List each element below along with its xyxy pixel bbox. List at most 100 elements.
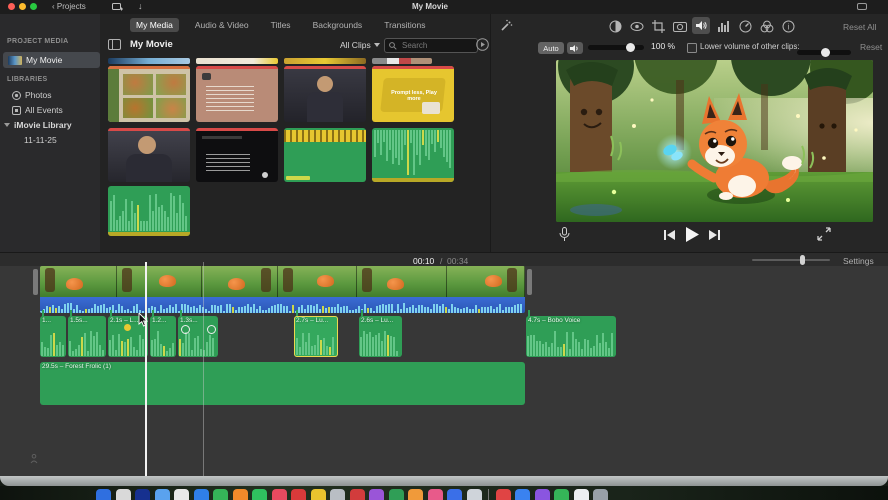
- clip-filter-icon[interactable]: [760, 20, 774, 33]
- dock-app-icon[interactable]: [174, 489, 189, 500]
- info-icon[interactable]: i: [782, 20, 795, 33]
- sidebar-item-imovie-library[interactable]: iMovie Library: [4, 120, 72, 130]
- dock-app-icon[interactable]: [330, 489, 345, 500]
- mute-button[interactable]: [567, 42, 583, 54]
- thumbnail-partial[interactable]: [372, 58, 432, 64]
- dock-app-icon[interactable]: [369, 489, 384, 500]
- reset-all-button[interactable]: Reset All: [843, 22, 877, 32]
- dock-app-icon[interactable]: [447, 489, 462, 500]
- minimize-window-button[interactable]: [19, 3, 26, 10]
- thumbnail-presenter-video-2[interactable]: [108, 128, 190, 182]
- dock-app-icon[interactable]: [534, 489, 550, 500]
- stabilization-icon[interactable]: [673, 21, 687, 32]
- dock-app-icon[interactable]: [252, 489, 267, 500]
- zoom-window-button[interactable]: [30, 3, 37, 10]
- sidebar-item-my-movie[interactable]: My Movie: [3, 52, 100, 68]
- video-audio-track[interactable]: [40, 297, 525, 313]
- dock-app-icon[interactable]: [291, 489, 306, 500]
- crop-icon[interactable]: [652, 20, 665, 33]
- audio-clip[interactable]: 4.7s – Bobo Voice: [526, 316, 616, 357]
- thumbnail-audio-clip-spiky[interactable]: [372, 128, 454, 182]
- download-arrow-icon[interactable]: ↓: [138, 1, 143, 11]
- dock-app-icon[interactable]: [466, 489, 482, 500]
- dock-app-icon[interactable]: [135, 489, 150, 500]
- dock-app-icon[interactable]: [408, 489, 423, 500]
- trim-handle-right[interactable]: [527, 269, 532, 295]
- thumbnail-terminal-screen[interactable]: [196, 128, 278, 182]
- clip-effect-badge[interactable]: [207, 325, 216, 334]
- lower-volume-slider[interactable]: [797, 47, 851, 57]
- import-media-icon[interactable]: [112, 3, 123, 11]
- tab-backgrounds[interactable]: Backgrounds: [307, 18, 369, 32]
- search-input[interactable]: [400, 40, 473, 51]
- thumbnail-partial[interactable]: [284, 58, 366, 64]
- thumbnail-fox-grid-page[interactable]: [108, 66, 190, 122]
- dock-app-icon[interactable]: [573, 489, 589, 500]
- color-correction-icon[interactable]: [630, 21, 644, 32]
- skimmer-line[interactable]: [145, 262, 147, 476]
- dock-app-icon[interactable]: [193, 489, 209, 500]
- audio-clip-selected[interactable]: 2.7s – Lu...: [294, 316, 338, 357]
- dock-app-icon[interactable]: [96, 489, 111, 500]
- volume-slider[interactable]: [588, 42, 644, 52]
- display-icon[interactable]: [857, 3, 867, 11]
- dock-app-icon[interactable]: [427, 489, 443, 500]
- sidebar-item-all-events[interactable]: All Events: [12, 105, 63, 115]
- tab-transitions[interactable]: Transitions: [378, 18, 431, 32]
- thumbnail-yellow-slide[interactable]: Prompt less, Play more: [372, 66, 454, 122]
- sidebar-item-photos[interactable]: Photos: [12, 90, 51, 100]
- clip-size-slider[interactable]: [752, 255, 830, 265]
- sidebar-toggle-icon[interactable]: [108, 39, 121, 50]
- clip-effect-badge[interactable]: [181, 325, 190, 334]
- tab-audio-video[interactable]: Audio & Video: [189, 18, 255, 32]
- dock-app-icon[interactable]: [349, 489, 365, 500]
- settings-button[interactable]: Settings: [843, 256, 874, 266]
- dock-app-icon[interactable]: [554, 489, 569, 500]
- dock-app-icon[interactable]: [310, 489, 326, 500]
- play-button[interactable]: [685, 227, 699, 242]
- thumbnail-document-page[interactable]: [196, 66, 278, 122]
- tab-titles[interactable]: Titles: [265, 18, 297, 32]
- voiceover-mic-icon[interactable]: [559, 227, 570, 242]
- dock-app-icon[interactable]: [213, 489, 228, 500]
- music-clip[interactable]: 29.5s – Forest Frolic (1): [40, 362, 525, 405]
- dock-app-icon[interactable]: [271, 489, 287, 500]
- color-balance-icon[interactable]: [609, 20, 622, 33]
- noise-equalizer-icon[interactable]: [717, 20, 731, 32]
- volume-slider-knob[interactable]: [626, 42, 635, 52]
- video-clip-filmstrip[interactable]: [40, 266, 525, 297]
- dock-app-icon[interactable]: [495, 489, 511, 500]
- all-clips-filter[interactable]: All Clips: [340, 40, 380, 50]
- back-to-projects-button[interactable]: ‹ Projects: [52, 2, 86, 11]
- thumbnail-audio-clip-wave[interactable]: [108, 186, 190, 236]
- dock-app-icon[interactable]: [388, 489, 404, 500]
- volume-tool-icon[interactable]: [692, 17, 710, 34]
- next-frame-button[interactable]: [709, 230, 720, 240]
- playhead[interactable]: [203, 262, 204, 476]
- search-field[interactable]: [384, 38, 478, 53]
- disclosure-chevron-icon[interactable]: [4, 123, 10, 127]
- auto-volume-button[interactable]: Auto: [538, 42, 564, 54]
- audio-clip[interactable]: 1.2...: [150, 316, 176, 357]
- thumbnail-partial[interactable]: [196, 58, 278, 64]
- dock-app-icon[interactable]: [115, 489, 131, 500]
- dock-app-icon[interactable]: [593, 489, 608, 500]
- dock-app-icon[interactable]: [154, 489, 170, 500]
- clip-size-slider-knob[interactable]: [800, 255, 805, 265]
- dock-app-icon[interactable]: [232, 489, 248, 500]
- audio-clip[interactable]: 1.3s...: [178, 316, 218, 357]
- reset-button[interactable]: Reset: [860, 42, 882, 52]
- clip-play-cycle-icon[interactable]: [476, 38, 489, 51]
- fullscreen-icon[interactable]: [817, 227, 831, 241]
- clip-effect-badge[interactable]: [124, 324, 131, 331]
- previous-frame-button[interactable]: [664, 230, 675, 240]
- thumbnail-presenter-video[interactable]: [284, 66, 366, 122]
- lower-volume-slider-knob[interactable]: [821, 47, 830, 57]
- speed-icon[interactable]: [739, 20, 752, 33]
- trim-handle-left[interactable]: [33, 269, 38, 295]
- thumbnail-audio-clip-yellow-band[interactable]: [284, 128, 366, 182]
- dock-app-icon[interactable]: [515, 489, 530, 500]
- audio-clip[interactable]: 1.5s...: [68, 316, 106, 357]
- audio-clip[interactable]: 1...: [40, 316, 66, 357]
- audio-clip[interactable]: 2.6s – Lu...: [359, 316, 402, 357]
